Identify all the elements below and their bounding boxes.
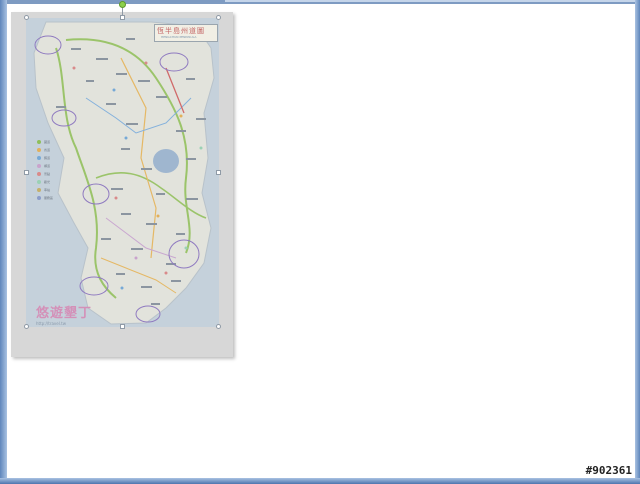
brand-logo-text: 悠遊墾丁 [36,306,93,321]
legend-swatch [37,180,41,184]
legend-swatch [37,156,41,160]
legend-item: 縣道 [37,154,53,162]
legend-label: 車站 [44,188,51,192]
window-right-edge [635,0,640,484]
resize-handle-top-right[interactable] [216,15,221,20]
window-left-edge [0,0,7,484]
brand-block: 悠遊墾丁 http://travel.tw [36,302,92,326]
legend-item: 服務區 [37,194,53,202]
legend-swatch [37,148,41,152]
legend-item: 國道 [37,138,53,146]
legend-label: 觀光 [44,180,51,184]
legend-item: 景點 [37,170,53,178]
resize-handle-top-left[interactable] [24,15,29,20]
legend-label: 鄉道 [44,164,51,168]
legend-swatch [37,140,41,144]
legend-label: 縣道 [44,156,51,160]
map-legend: 國道 省道 縣道 鄉道 景點 觀光 車站 服務區 [37,138,53,202]
legend-swatch [37,196,41,200]
legend-swatch [37,164,41,168]
legend-swatch [37,172,41,176]
legend-label: 國道 [44,140,51,144]
legend-item: 車站 [37,186,53,194]
resize-handle-top[interactable] [120,15,125,20]
image-watermark: #902361 [585,464,632,477]
resize-handle-bottom-left[interactable] [24,324,29,329]
rotation-handle[interactable] [119,1,126,8]
resize-handle-left[interactable] [24,170,29,175]
map-title-box: 恆半島州道圖 HENGCHUN PENINSULA [154,24,218,42]
legend-item: 鄉道 [37,162,53,170]
peninsula-map-image[interactable]: 恆半島州道圖 HENGCHUN PENINSULA 國道 省道 縣道 鄉道 景點… [26,18,219,327]
brand-url: http://travel.tw [36,321,66,326]
window-bottom-edge [0,478,640,484]
window-top-highlight [225,0,640,2]
resize-handle-bottom-right[interactable] [216,324,221,329]
resize-handle-bottom[interactable] [120,324,125,329]
legend-label: 省道 [44,148,51,152]
legend-item: 省道 [37,146,53,154]
lake-shape [153,149,179,173]
map-graphic [26,18,219,327]
legend-item: 觀光 [37,178,53,186]
resize-handle-right[interactable] [216,170,221,175]
legend-swatch [37,188,41,192]
legend-label: 景點 [44,172,51,176]
legend-label: 服務區 [44,196,54,200]
map-subtitle: HENGCHUN PENINSULA [161,35,197,39]
